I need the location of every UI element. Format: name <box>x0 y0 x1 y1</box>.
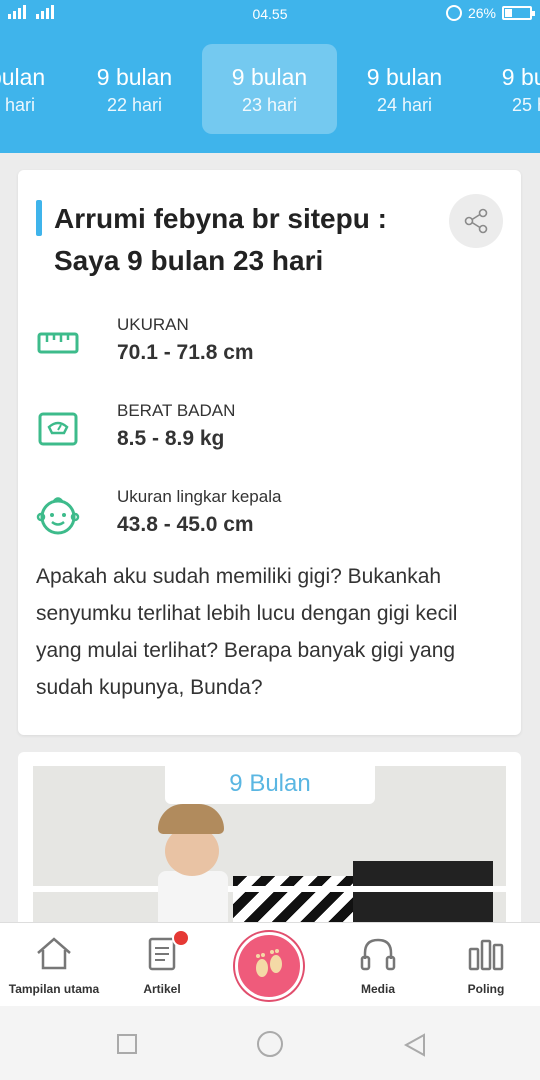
stat-value: 8.5 - 8.9 kg <box>117 427 225 450</box>
day-tab-day: 22 hari <box>106 95 163 115</box>
nav-label: Artikel <box>143 982 181 996</box>
nav-label: Media <box>360 982 395 996</box>
day-tab[interactable]: 9 bulan 24 hari <box>337 44 472 134</box>
footprints-button[interactable] <box>235 932 303 1000</box>
stat-label: UKURAN <box>117 315 189 334</box>
baby-face-icon <box>36 493 80 537</box>
stat-label: Ukuran lingkar kepala <box>117 487 282 506</box>
share-button[interactable] <box>449 194 503 248</box>
nav-poll[interactable]: Poling <box>432 923 540 1007</box>
poll-icon <box>468 939 504 971</box>
title-accent <box>36 200 42 236</box>
card-description: Apakah aku sudah memiliki gigi? Bukankah… <box>36 565 458 699</box>
stat-size: UKURAN 70.1 - 71.8 cm <box>36 315 496 375</box>
stat-value: 70.1 - 71.8 cm <box>117 341 254 364</box>
system-nav <box>0 1006 540 1080</box>
recents-icon[interactable] <box>117 1034 137 1054</box>
baby-info-card: Arrumi febyna br sitepu : Saya 9 bulan 2… <box>18 170 521 735</box>
day-tab[interactable]: 9 bulan 22 hari <box>67 44 202 134</box>
photo-label: 9 Bulan <box>165 766 375 804</box>
stat-label: BERAT BADAN <box>117 401 236 420</box>
rotation-lock-icon <box>445 5 462 21</box>
nav-home[interactable]: Tampilan utama <box>0 923 108 1007</box>
day-tab-day: 25 hari <box>511 95 540 115</box>
stat-weight: BERAT BADAN 8.5 - 8.9 kg <box>36 401 496 461</box>
scale-icon <box>36 407 80 451</box>
day-tab-active[interactable]: 9 bulan 23 hari <box>202 44 337 134</box>
day-tab[interactable]: 9 bulan 21 hari <box>0 44 75 134</box>
stat-value: 43.8 - 45.0 cm <box>117 513 254 536</box>
status-bar: 04.55 26% <box>0 0 540 28</box>
nav-article[interactable]: Artikel <box>108 923 216 1007</box>
day-tab-month: 9 bulan <box>366 64 443 90</box>
stat-head: Ukuran lingkar kepala 43.8 - 45.0 cm <box>36 487 496 547</box>
app-header: 04.55 26% 9 bulan 21 hari 9 bulan 22 har… <box>0 0 540 153</box>
day-tab-day: 24 hari <box>376 95 433 115</box>
battery-percent: 26% <box>467 5 496 21</box>
day-tab-month: 9 bulan <box>96 64 173 90</box>
nav-label: Poling <box>467 982 505 996</box>
day-tab-month: 9 bulan <box>501 64 540 90</box>
day-tab-day: 21 hari <box>0 95 36 115</box>
battery-icon <box>502 6 535 20</box>
day-tab-month: 9 bulan <box>231 64 308 90</box>
home-icon <box>37 937 71 970</box>
card-title: Arrumi febyna br sitepu : Saya 9 bulan 2… <box>54 203 387 276</box>
nav-label: Tampilan utama <box>8 982 100 996</box>
nav-media[interactable]: Media <box>324 923 432 1007</box>
notification-badge <box>172 929 190 947</box>
day-tab[interactable]: 9 bulan 25 hari <box>472 44 540 134</box>
home-button-icon[interactable] <box>257 1031 283 1057</box>
day-tab-month: 9 bulan <box>0 64 46 90</box>
day-tabs: 9 bulan 21 hari 9 bulan 22 hari 9 bulan … <box>0 44 540 136</box>
back-icon[interactable] <box>403 1032 427 1058</box>
footprints-icon <box>256 949 282 977</box>
headphones-icon <box>360 938 396 971</box>
share-icon <box>464 208 488 234</box>
day-tab-day: 23 hari <box>241 95 298 115</box>
ruler-icon <box>36 321 80 365</box>
bottom-nav: Tampilan utama Artikel Media Poling <box>0 922 540 1006</box>
